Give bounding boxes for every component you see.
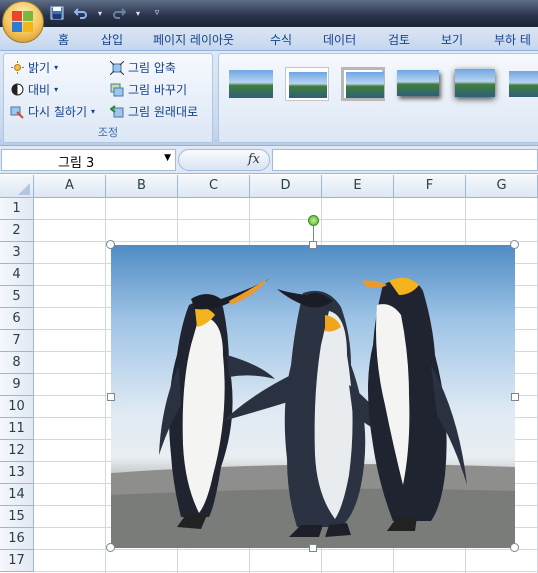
reset-picture-icon bbox=[110, 104, 124, 119]
row-header-11[interactable]: 11 bbox=[0, 418, 34, 440]
name-box-value: 그림 3 bbox=[58, 156, 95, 171]
resize-handle-left[interactable] bbox=[107, 393, 115, 401]
row-header-9[interactable]: 9 bbox=[0, 374, 34, 396]
resize-handle-top-left[interactable] bbox=[106, 240, 115, 249]
penguins-illustration bbox=[111, 277, 515, 548]
row-header-12[interactable]: 12 bbox=[0, 440, 34, 462]
row-header-10[interactable]: 10 bbox=[0, 396, 34, 418]
row-header-17[interactable]: 17 bbox=[0, 550, 34, 572]
brightness-label: 밝기 bbox=[28, 61, 51, 75]
compress-icon bbox=[110, 60, 124, 75]
adjust-group-label: 조정 bbox=[97, 126, 119, 139]
row-header-7[interactable]: 7 bbox=[0, 330, 34, 352]
office-logo-icon bbox=[12, 11, 34, 33]
chevron-down-icon: ▾ bbox=[54, 63, 59, 72]
chevron-down-icon[interactable]: ▼ bbox=[164, 153, 171, 163]
name-box[interactable]: 그림 3 ▼ bbox=[1, 149, 176, 171]
row-header-1[interactable]: 1 bbox=[0, 198, 34, 220]
picture-style-4[interactable] bbox=[397, 67, 441, 101]
compress-pictures-button[interactable]: 그림 압축 bbox=[110, 59, 176, 76]
row-header-3[interactable]: 3 bbox=[0, 242, 34, 264]
undo-dropdown-icon[interactable]: ▾ bbox=[96, 4, 104, 22]
resize-handle-top[interactable] bbox=[309, 241, 317, 249]
formula-input[interactable] bbox=[272, 149, 538, 171]
redo-dropdown-icon[interactable]: ▾ bbox=[134, 4, 142, 22]
row-header-15[interactable]: 15 bbox=[0, 506, 34, 528]
row-header-14[interactable]: 14 bbox=[0, 484, 34, 506]
contrast-icon bbox=[10, 83, 24, 97]
picture-style-5[interactable] bbox=[453, 67, 497, 101]
formula-bar: 그림 3 ▼ fx bbox=[0, 146, 538, 174]
row-header-6[interactable]: 6 bbox=[0, 308, 34, 330]
resize-handle-bottom-right[interactable] bbox=[510, 543, 519, 552]
picture-styles-gallery bbox=[218, 53, 538, 143]
fx-icon: fx bbox=[247, 152, 260, 167]
save-icon[interactable] bbox=[48, 4, 66, 22]
tab-page-layout[interactable]: 페이지 레이아웃 bbox=[153, 31, 234, 48]
recolor-icon bbox=[10, 105, 24, 119]
ribbon-tabs: 홈 삽입 페이지 레이아웃 수식 데이터 검토 보기 부하 테스 bbox=[0, 27, 538, 64]
tab-review[interactable]: 검토 bbox=[388, 31, 410, 48]
picture-style-1[interactable] bbox=[229, 67, 273, 101]
contrast-label: 대비 bbox=[28, 83, 51, 97]
column-header-b[interactable]: B bbox=[106, 175, 178, 198]
title-bar: ▾ ▾ ▿ bbox=[0, 0, 538, 27]
insert-function-button[interactable]: fx bbox=[178, 149, 270, 171]
compress-label: 그림 압축 bbox=[128, 61, 176, 75]
picture-style-3[interactable] bbox=[341, 67, 385, 101]
resize-handle-bottom[interactable] bbox=[309, 544, 317, 552]
resize-handle-bottom-left[interactable] bbox=[106, 543, 115, 552]
change-picture-icon bbox=[110, 83, 124, 97]
tab-home[interactable]: 홈 bbox=[58, 31, 69, 48]
contrast-button[interactable]: 대비 ▾ bbox=[10, 81, 58, 98]
resize-handle-top-right[interactable] bbox=[510, 240, 519, 249]
row-header-2[interactable]: 2 bbox=[0, 220, 34, 242]
rotate-handle[interactable] bbox=[308, 215, 319, 226]
resize-handle-right[interactable] bbox=[511, 393, 519, 401]
row-header-16[interactable]: 16 bbox=[0, 528, 34, 550]
tab-data[interactable]: 데이터 bbox=[323, 31, 356, 48]
customize-qat-icon[interactable]: ▿ bbox=[148, 4, 166, 22]
chevron-down-icon: ▾ bbox=[54, 85, 59, 94]
penguins-picture[interactable] bbox=[111, 245, 515, 548]
reset-picture-label: 그림 원래대로 bbox=[128, 105, 199, 119]
tab-insert[interactable]: 삽입 bbox=[101, 31, 123, 48]
brightness-button[interactable]: 밝기 ▾ bbox=[10, 59, 58, 76]
brightness-icon bbox=[10, 61, 24, 75]
picture-style-2[interactable] bbox=[285, 67, 329, 101]
recolor-button[interactable]: 다시 칠하기 ▾ bbox=[10, 103, 95, 120]
change-picture-button[interactable]: 그림 바꾸기 bbox=[110, 81, 187, 98]
picture-style-6[interactable] bbox=[509, 67, 538, 101]
quick-access-toolbar: ▾ ▾ ▿ bbox=[48, 4, 166, 22]
undo-icon[interactable] bbox=[72, 4, 90, 22]
chevron-down-icon: ▾ bbox=[91, 107, 96, 116]
row-header-13[interactable]: 13 bbox=[0, 462, 34, 484]
recolor-label: 다시 칠하기 bbox=[28, 105, 88, 119]
column-header-e[interactable]: E bbox=[322, 175, 394, 198]
row-header-5[interactable]: 5 bbox=[0, 286, 34, 308]
change-picture-label: 그림 바꾸기 bbox=[128, 83, 188, 97]
column-header-a[interactable]: A bbox=[34, 175, 106, 198]
select-all-corner[interactable] bbox=[0, 175, 34, 198]
tab-formulas[interactable]: 수식 bbox=[270, 31, 292, 48]
adjust-group: 밝기 ▾ 대비 ▾ 다시 칠하기 ▾ 그림 압축 그림 바꾸기 그림 원래대로 … bbox=[3, 53, 213, 143]
column-header-f[interactable]: F bbox=[394, 175, 466, 198]
reset-picture-button[interactable]: 그림 원래대로 bbox=[110, 103, 198, 120]
ribbon: 밝기 ▾ 대비 ▾ 다시 칠하기 ▾ 그림 압축 그림 바꾸기 그림 원래대로 … bbox=[0, 51, 538, 146]
redo-icon[interactable] bbox=[110, 4, 128, 22]
row-header-4[interactable]: 4 bbox=[0, 264, 34, 286]
office-button[interactable] bbox=[2, 1, 44, 43]
column-header-c[interactable]: C bbox=[178, 175, 250, 198]
column-header-d[interactable]: D bbox=[250, 175, 322, 198]
tab-view[interactable]: 보기 bbox=[441, 31, 463, 48]
row-header-8[interactable]: 8 bbox=[0, 352, 34, 374]
column-header-g[interactable]: G bbox=[466, 175, 538, 198]
